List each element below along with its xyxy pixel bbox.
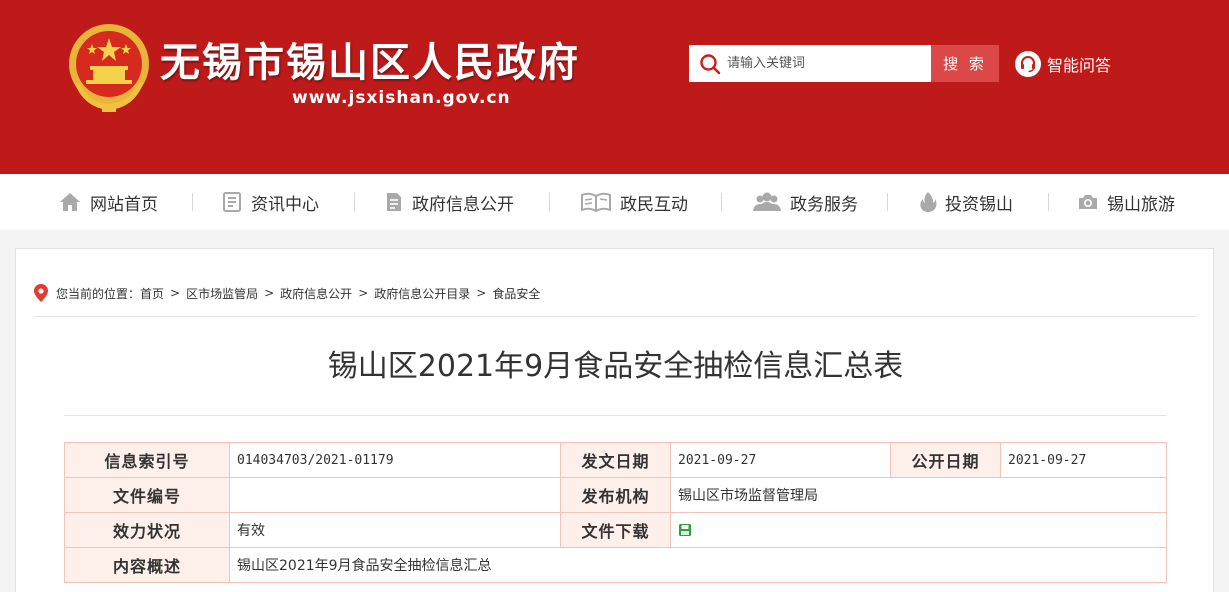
breadcrumb-separator: > xyxy=(476,286,487,300)
public-date-value: 2021-09-27 xyxy=(1000,442,1167,478)
smart-qa-label: 智能问答 xyxy=(1047,56,1112,75)
file-download-icon[interactable] xyxy=(678,523,692,537)
nav-label: 政务服务 xyxy=(790,194,858,215)
article-title: 锡山区2021年9月食品安全抽检信息汇总表 xyxy=(327,349,904,384)
breadcrumb-link-home[interactable]: 首页 xyxy=(140,285,164,302)
document-icon xyxy=(387,193,401,211)
breadcrumb-link-gov-info[interactable]: 政府信息公开 xyxy=(280,285,352,302)
nav-divider xyxy=(192,193,193,211)
index-label: 信息索引号 xyxy=(64,442,230,478)
nav-divider xyxy=(354,193,355,211)
fire-icon xyxy=(920,192,937,212)
nav-item-interaction[interactable]: 政民互动 xyxy=(580,174,688,230)
nav-divider xyxy=(549,193,550,211)
location-pin-icon xyxy=(34,284,48,302)
summary-value: 锡山区2021年9月食品安全抽检信息汇总 xyxy=(229,547,1167,583)
search-box xyxy=(689,45,931,82)
breadcrumb-divider xyxy=(34,316,1196,317)
nav-divider xyxy=(1048,193,1049,211)
main-nav: 网站首页 资讯中心 政府信息公开 政民互动 政务服务 投资锡山 锡山旅游 xyxy=(0,174,1229,230)
title-divider xyxy=(64,415,1166,416)
nav-item-news[interactable]: 资讯中心 xyxy=(221,174,319,230)
publisher-value: 锡山区市场监督管理局 xyxy=(670,477,1167,513)
breadcrumb-link-info-catalog[interactable]: 政府信息公开目录 xyxy=(374,285,470,302)
camera-icon xyxy=(1079,195,1097,209)
nav-item-services[interactable]: 政务服务 xyxy=(752,174,858,230)
issue-date-label: 发文日期 xyxy=(560,442,671,478)
breadcrumb-separator: > xyxy=(358,286,369,300)
national-emblem-icon xyxy=(69,24,149,112)
table-row: 文件编号 发布机构 锡山区市场监督管理局 xyxy=(64,477,1167,513)
nav-item-gov-info[interactable]: 政府信息公开 xyxy=(384,174,514,230)
nav-label: 资讯中心 xyxy=(251,194,319,215)
table-row: 信息索引号 014034703/2021-01179 发文日期 2021-09-… xyxy=(64,442,1167,478)
index-value: 014034703/2021-01179 xyxy=(229,442,561,478)
breadcrumb-separator: > xyxy=(264,286,275,300)
doc-no-value xyxy=(229,477,561,513)
summary-label: 内容概述 xyxy=(64,547,230,583)
site-header: 无锡市锡山区人民政府 www.jsxishan.gov.cn 搜 索 智能问答 xyxy=(0,0,1229,174)
validity-label: 效力状况 xyxy=(64,512,230,548)
nav-label: 锡山旅游 xyxy=(1107,194,1175,215)
breadcrumb-link-food-safety[interactable]: 食品安全 xyxy=(492,285,540,302)
table-row: 效力状况 有效 文件下载 xyxy=(64,512,1167,548)
news-icon xyxy=(223,192,241,212)
nav-item-home[interactable]: 网站首页 xyxy=(58,174,158,230)
breadcrumb-separator: > xyxy=(170,286,181,300)
breadcrumb-prefix: 您当前的位置： xyxy=(56,286,141,301)
nav-item-tourism[interactable]: 锡山旅游 xyxy=(1077,174,1175,230)
site-url: www.jsxishan.gov.cn xyxy=(292,88,511,108)
nav-item-invest[interactable]: 投资锡山 xyxy=(919,174,1013,230)
nav-label: 政民互动 xyxy=(620,194,688,215)
search-button[interactable]: 搜 索 xyxy=(931,45,999,82)
search-input[interactable] xyxy=(727,45,927,82)
issue-date-value: 2021-09-27 xyxy=(670,442,891,478)
nav-label: 网站首页 xyxy=(90,194,158,215)
site-title[interactable]: 无锡市锡山区人民政府 xyxy=(160,30,580,88)
nav-label: 投资锡山 xyxy=(945,194,1013,215)
book-icon xyxy=(581,192,611,213)
headset-icon xyxy=(1015,51,1041,77)
content-panel: 您当前的位置： 首页 > 区市场监管局 > 政府信息公开 > 政府信息公开目录 … xyxy=(15,248,1214,592)
home-icon xyxy=(60,193,80,211)
nav-label: 政府信息公开 xyxy=(412,194,514,215)
table-row: 内容概述 锡山区2021年9月食品安全抽检信息汇总 xyxy=(64,547,1167,583)
smart-qa-link[interactable]: 智能问答 xyxy=(1015,50,1111,78)
people-icon xyxy=(753,192,781,211)
breadcrumb: 您当前的位置： 首页 > 区市场监管局 > 政府信息公开 > 政府信息公开目录 … xyxy=(34,283,540,303)
nav-divider xyxy=(721,193,722,211)
validity-value: 有效 xyxy=(229,512,561,548)
public-date-label: 公开日期 xyxy=(890,442,1001,478)
publisher-label: 发布机构 xyxy=(560,477,671,513)
breadcrumb-link-market-bureau[interactable]: 区市场监管局 xyxy=(186,285,258,302)
download-cell xyxy=(670,512,1167,548)
download-label: 文件下载 xyxy=(560,512,671,548)
document-meta-table: 信息索引号 014034703/2021-01179 发文日期 2021-09-… xyxy=(64,442,1167,583)
doc-no-label: 文件编号 xyxy=(64,477,230,513)
search-icon xyxy=(700,54,721,75)
nav-divider xyxy=(887,193,888,211)
